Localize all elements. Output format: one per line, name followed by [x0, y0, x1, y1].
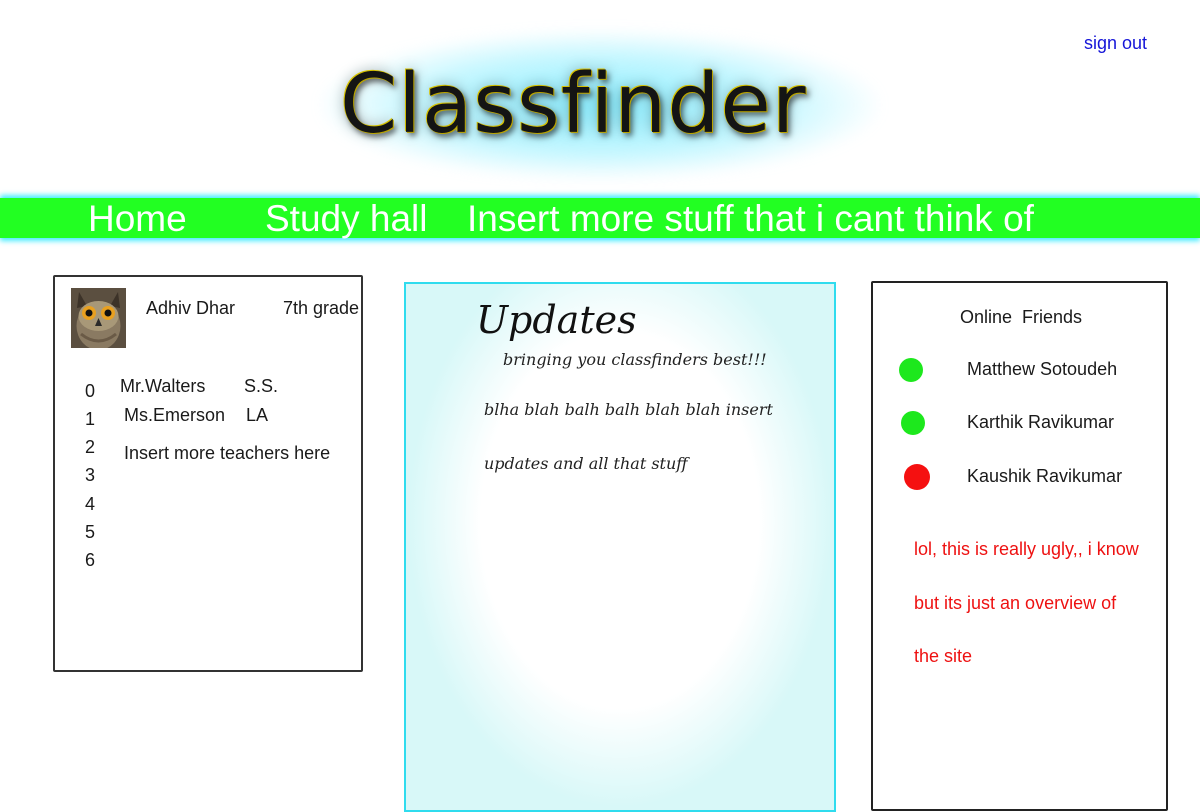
teacher-subject: S.S. [244, 376, 279, 396]
period-number: 6 [84, 550, 95, 570]
period-number: 0 [84, 381, 95, 401]
period-number: 2 [84, 437, 95, 457]
updates-title: Updates [476, 298, 637, 342]
teacher-name[interactable]: Mr.Walters [120, 376, 205, 397]
updates-text-line: blha blah balh balh blah blah insert [484, 400, 773, 419]
note-line: the site [914, 646, 973, 666]
period-number: 1 [84, 409, 95, 429]
online-status-dot [901, 411, 925, 435]
teacher-subject: LA [246, 405, 269, 425]
period-number: 4 [84, 494, 95, 514]
note-line: but its just an overview of [914, 593, 1117, 613]
offline-status-dot [904, 464, 930, 490]
sign-out-link[interactable]: sign out [1084, 33, 1147, 54]
profile-name: Adhiv Dhar [146, 298, 236, 318]
period-number: 5 [84, 522, 95, 542]
online-status-dot [899, 358, 923, 382]
site-logo[interactable]: Classfinder [340, 50, 860, 160]
period-number: 3 [84, 465, 95, 485]
friend-name[interactable]: Karthik Ravikumar [967, 412, 1114, 433]
more-teachers-placeholder: Insert more teachers here [124, 443, 331, 463]
profile-grade: 7th grade [283, 298, 360, 318]
friend-name[interactable]: Matthew Sotoudeh [967, 359, 1117, 380]
updates-text-line: updates and all that stuff [484, 454, 688, 473]
nav-item-more[interactable]: Insert more stuff that i cant think of [467, 196, 1034, 242]
teacher-name[interactable]: Ms.Emerson [124, 405, 225, 426]
updates-subtitle: bringing you classfinders best!!! [503, 350, 767, 369]
nav-item-study-hall[interactable]: Study hall [265, 196, 428, 242]
note-line: lol, this is really ugly,, i know [914, 539, 1139, 559]
nav-item-home[interactable]: Home [88, 196, 187, 242]
friend-name[interactable]: Kaushik Ravikumar [967, 466, 1122, 487]
friends-title: Online Friends [960, 307, 1083, 327]
owl-avatar-icon[interactable] [71, 288, 126, 348]
